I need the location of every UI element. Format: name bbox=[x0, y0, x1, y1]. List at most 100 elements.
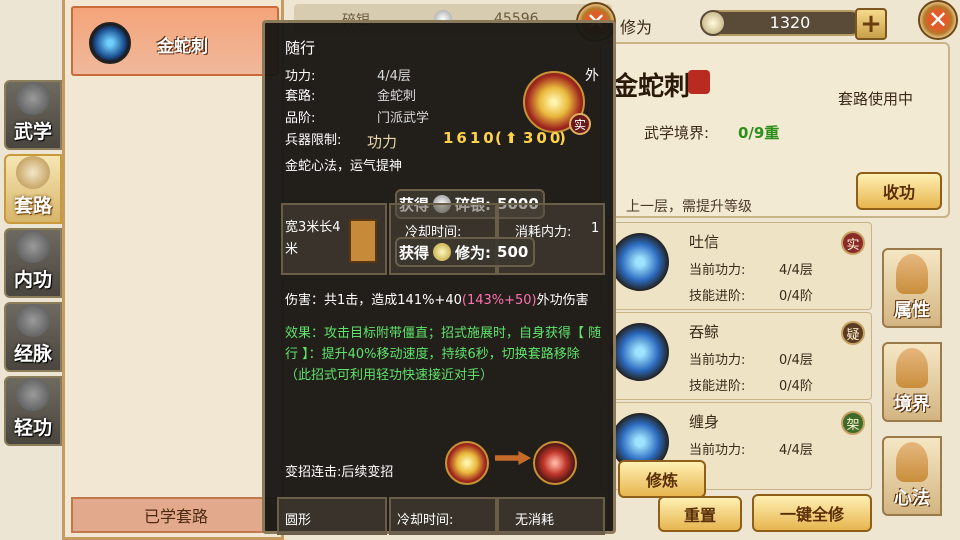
damage-text: 伤害：共1击，造成141%+40 bbox=[285, 293, 462, 308]
reset-button[interactable]: 重置 bbox=[658, 496, 742, 532]
tab-meridian[interactable]: 经脉 bbox=[4, 302, 62, 372]
cost-cell: 无消耗 bbox=[497, 497, 605, 535]
move-card[interactable]: 吐信 当前功力: 4/4层 技能进阶: 0/4阶 实 bbox=[600, 222, 872, 310]
reward-value: 500 bbox=[497, 243, 529, 261]
move-progress-value: 0/4阶 bbox=[779, 379, 813, 394]
retract-label: 收功 bbox=[882, 183, 915, 202]
cost-value: 1 bbox=[591, 221, 600, 236]
move-power-label: 当前功力: bbox=[689, 353, 746, 368]
effect-description: 效果：攻击目标附带僵直；招式施展时，自身获得【 随行 】：提升40%移动速度，持… bbox=[285, 326, 602, 383]
shape-text: 圆形 bbox=[285, 513, 312, 528]
tab-martial-arts[interactable]: 武学 bbox=[4, 80, 62, 150]
retract-button[interactable]: 收功 bbox=[856, 172, 942, 210]
follow-up-move-icon[interactable] bbox=[533, 441, 577, 485]
cultivate-button[interactable]: 修炼 bbox=[618, 460, 706, 498]
tab-attributes[interactable]: 属性 bbox=[882, 248, 942, 328]
tab-label: 轻功 bbox=[13, 417, 52, 439]
move-power-label: 当前功力: bbox=[689, 443, 746, 458]
routine-name: 金蛇刺 bbox=[157, 37, 208, 57]
move-progress-value: 0/4阶 bbox=[779, 289, 813, 304]
move-skill-icon bbox=[611, 233, 669, 291]
reward-label: 获得 bbox=[399, 243, 430, 262]
popup-title: 随行 bbox=[285, 39, 316, 57]
cultivation-coin-icon bbox=[433, 243, 452, 261]
tab-label: 属性 bbox=[894, 300, 930, 321]
tab-routine[interactable]: 套路 bbox=[4, 154, 62, 224]
tab-label: 套路 bbox=[13, 195, 52, 217]
solid-tag: 实 bbox=[569, 113, 591, 135]
cultivate-all-label: 一键全修 bbox=[779, 505, 844, 524]
cultivate-all-button[interactable]: 一键全修 bbox=[752, 494, 872, 532]
character-icon bbox=[896, 442, 928, 482]
cultivation-value: 1320 bbox=[769, 13, 811, 32]
range-text: 宽3米长4米 bbox=[285, 220, 341, 257]
stat-value: 金蛇刺 bbox=[377, 89, 417, 104]
upgrade-hint: 上一层，需提升等级 bbox=[626, 199, 752, 215]
damage-suffix: 外功伤害 bbox=[536, 293, 589, 308]
damage-highlight: (143%+50) bbox=[461, 293, 537, 308]
routine-list: 金蛇刺 已学套路 bbox=[62, 0, 284, 540]
cooldown-cell: 冷却时间: bbox=[389, 497, 497, 535]
close-icon[interactable]: ✕ bbox=[918, 0, 958, 40]
meridian-icon bbox=[16, 304, 50, 337]
cultivation-label: 修为 bbox=[620, 18, 653, 37]
routine-in-use-status: 套路使用中 bbox=[838, 90, 914, 108]
range-card-icon bbox=[349, 219, 377, 263]
tab-label: 经脉 bbox=[13, 343, 52, 365]
stat-value: 4/4层 bbox=[377, 69, 411, 84]
add-cultivation-button[interactable]: + bbox=[855, 8, 887, 40]
move-type-badge: 架 bbox=[841, 411, 865, 435]
stat-value: 门派武学 bbox=[377, 111, 430, 126]
move-card[interactable]: 吞鲸 当前功力: 0/4层 技能进阶: 0/4阶 疑 bbox=[600, 312, 872, 400]
learned-routines-label: 已学套路 bbox=[143, 507, 208, 526]
arrow-right-icon bbox=[495, 451, 531, 465]
move-progress-label: 技能进阶: bbox=[689, 289, 746, 304]
move-power-value: 4/4层 bbox=[779, 263, 813, 278]
move-progress-label: 技能进阶: bbox=[689, 379, 746, 394]
power-gain-close: ) bbox=[559, 129, 569, 147]
tab-label: 境界 bbox=[894, 394, 930, 415]
learned-routines-tab[interactable]: 已学套路 bbox=[71, 497, 281, 533]
routine-title: 金蛇刺 bbox=[612, 72, 691, 102]
tab-lightness-skill[interactable]: 轻功 bbox=[4, 376, 62, 446]
move-power-value: 4/4层 bbox=[779, 443, 813, 458]
cultivate-label: 修炼 bbox=[645, 471, 678, 490]
power-value: 1610 bbox=[443, 129, 497, 147]
seal-icon bbox=[688, 70, 710, 94]
tab-label: 心法 bbox=[894, 488, 930, 509]
mind-method-text: 金蛇心法，运气提神 bbox=[285, 159, 403, 174]
routine-entry[interactable]: 金蛇刺 bbox=[71, 6, 279, 76]
character-icon bbox=[896, 254, 928, 294]
tab-label: 武学 bbox=[13, 121, 52, 143]
cultivation-reward: 获得 修为: 500 bbox=[395, 237, 535, 267]
tab-inner-power[interactable]: 内功 bbox=[4, 228, 62, 298]
reset-label: 重置 bbox=[683, 506, 716, 525]
tab-mind-method[interactable]: 心法 bbox=[882, 436, 942, 516]
meditation-icon bbox=[16, 230, 50, 263]
left-category-tabs: 武学 套路 内功 经脉 轻功 bbox=[0, 70, 62, 470]
book-icon bbox=[16, 82, 50, 115]
reward-name: 修为: bbox=[455, 243, 492, 262]
shape-cell: 圆形 bbox=[277, 497, 387, 535]
stat-key: 兵器限制: bbox=[285, 133, 342, 148]
scroll-icon bbox=[16, 156, 50, 189]
stat-key: 功力: bbox=[285, 69, 316, 84]
tab-realm[interactable]: 境界 bbox=[882, 342, 942, 422]
stat-key: 套路: bbox=[285, 89, 316, 104]
cultivation-coin-icon bbox=[700, 10, 726, 36]
combo-label: 变招连击:后续变招 bbox=[285, 465, 394, 480]
cooldown-text: 冷却时间: bbox=[397, 513, 454, 528]
power-gain: 300 bbox=[523, 129, 564, 147]
move-name: 吞鲸 bbox=[689, 323, 720, 341]
power-gain-arrow-icon: (⬆ bbox=[495, 129, 521, 147]
power-label: 功力 bbox=[367, 133, 398, 151]
no-cost-text: 无消耗 bbox=[515, 513, 555, 528]
move-skill-icon bbox=[611, 323, 669, 381]
move-name: 缠身 bbox=[689, 413, 720, 431]
tab-label: 内功 bbox=[13, 269, 52, 291]
external-tag: 外 bbox=[585, 68, 599, 84]
stat-key: 品阶: bbox=[285, 111, 316, 126]
current-move-icon[interactable] bbox=[445, 441, 489, 485]
move-type-badge: 疑 bbox=[841, 321, 865, 345]
move-tooltip-popup: 随行 功力: 4/4层 套路: 金蛇刺 品阶: 门派武学 兵器限制: 外 实 功… bbox=[262, 20, 616, 535]
